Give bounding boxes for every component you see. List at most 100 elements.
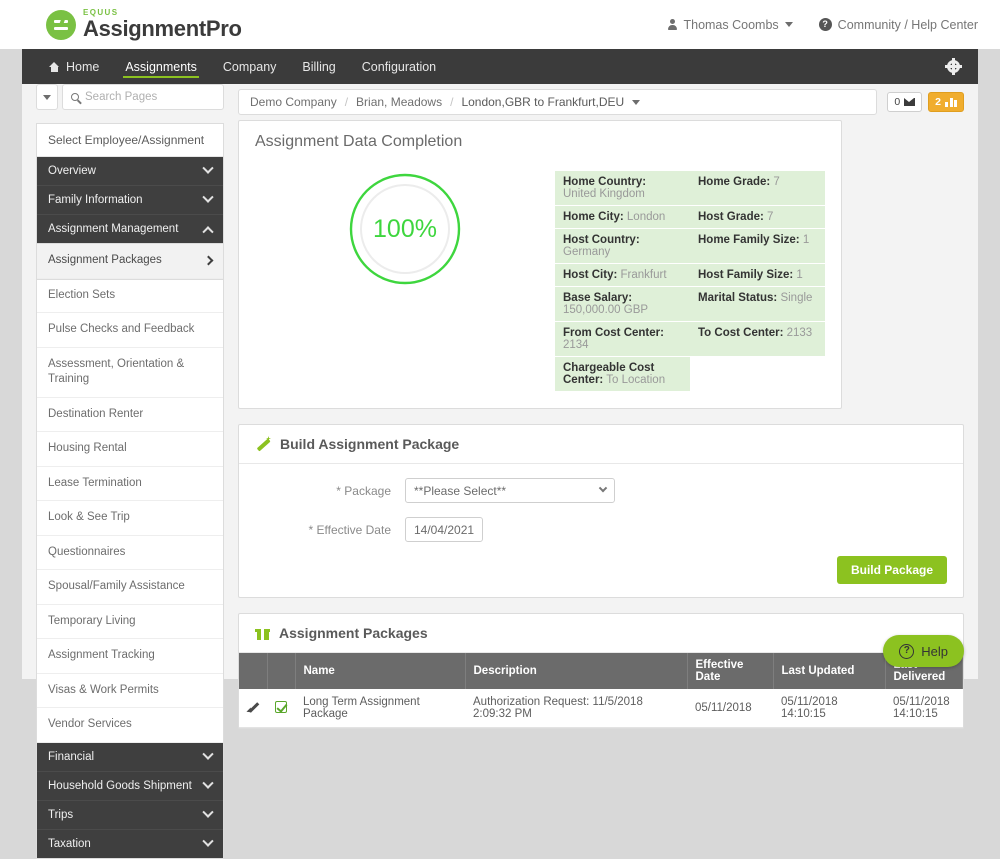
sidebar-item-temporary-living[interactable]: Temporary Living	[37, 605, 223, 640]
select-employee-assignment[interactable]: Select Employee/Assignment	[37, 124, 223, 157]
search-input[interactable]: Search Pages	[85, 91, 157, 103]
row-select-cell[interactable]	[267, 689, 295, 728]
fact-host-country: Host Country: Germany	[555, 229, 690, 264]
sidebar-section-trips[interactable]: Trips	[37, 800, 223, 830]
settings-button[interactable]	[929, 49, 978, 84]
sidebar-item-vendor-services[interactable]: Vendor Services	[37, 708, 223, 743]
row-effective-date: 05/11/2018	[687, 689, 773, 728]
sidebar-section-overview[interactable]: Overview	[37, 157, 223, 186]
sidebar-item-label: Housing Rental	[48, 442, 127, 455]
sidebar-item-questionnaires[interactable]: Questionnaires	[37, 536, 223, 571]
sidebar-item-spousal-family-assistance[interactable]: Spousal/Family Assistance	[37, 570, 223, 605]
app-logo[interactable]: EQUUS AssignmentPro	[46, 9, 242, 40]
nav-item-configuration-label: Configuration	[361, 59, 437, 74]
fact-label: Home Family Size:	[698, 234, 800, 246]
help-center-link[interactable]: ? Community / Help Center	[818, 18, 978, 32]
row-description: Authorization Request: 11/5/2018 2:09:32…	[465, 689, 687, 728]
chevron-down-icon	[202, 806, 214, 818]
fact-value: 7	[773, 176, 780, 188]
sidebar-item-housing-rental[interactable]: Housing Rental	[37, 432, 223, 467]
fact-home-family-size: Home Family Size: 1	[690, 229, 825, 264]
user-menu[interactable]: Thomas Coombs	[668, 18, 793, 32]
chevron-down-icon	[202, 777, 214, 789]
logo-product-name: AssignmentPro	[83, 16, 242, 41]
effective-date-field-row: * Effective Date 14/04/2021	[239, 517, 963, 542]
fact-value: 2133	[786, 327, 813, 339]
sidebar-section-household-goods-shipment[interactable]: Household Goods Shipment	[37, 771, 223, 801]
nav-item-assignments[interactable]: Assignments	[112, 49, 210, 84]
build-package-title: Build Assignment Package	[280, 436, 460, 452]
breadcrumb-assignment[interactable]: London,GBR to Frankfurt,DEU	[461, 95, 624, 109]
sidebar-item-label: Temporary Living	[48, 614, 136, 627]
sidebar-item-election-sets[interactable]: Election Sets	[37, 279, 223, 314]
help-widget-button[interactable]: ? Help	[883, 635, 964, 667]
fact-home-city: Home City: London	[555, 206, 690, 229]
chevron-down-icon[interactable]	[632, 99, 641, 105]
table-header-row: Name Description Effective Date Last Upd…	[239, 653, 963, 689]
sidebar-section-assignment-management[interactable]: Assignment Management	[37, 215, 223, 244]
sidebar-section-family-information[interactable]: Family Information	[37, 186, 223, 215]
build-package-button[interactable]: Build Package	[836, 556, 947, 584]
fact-label: To Cost Center:	[698, 327, 784, 339]
sidebar-item-pulse-checks-and-feedback[interactable]: Pulse Checks and Feedback	[37, 313, 223, 348]
checkbox-icon[interactable]	[275, 700, 287, 713]
sidebar-item-assignment-tracking[interactable]: Assignment Tracking	[37, 639, 223, 674]
assignment-packages-title: Assignment Packages	[279, 625, 428, 641]
assignment-data-completion-card: Assignment Data Completion 100% Home Cou…	[238, 120, 842, 409]
nav-item-billing[interactable]: Billing	[289, 49, 348, 84]
sidebar-section-taxation[interactable]: Taxation	[37, 829, 223, 858]
effective-date-input[interactable]: 14/04/2021	[405, 517, 483, 542]
fact-base-salary: Base Salary: 150,000.00 GBP	[555, 287, 690, 322]
sidebar-item-label: Visas & Work Permits	[48, 683, 159, 696]
fact-value: Frankfurt	[620, 269, 667, 281]
assignment-packages-table: Name Description Effective Date Last Upd…	[239, 653, 963, 728]
nav-item-company[interactable]: Company	[210, 49, 290, 84]
main-content: Assignment Data Completion 100% Home Cou…	[238, 120, 964, 859]
messages-badge[interactable]: 0	[887, 92, 923, 112]
sidebar-item-assessment-orientation-training[interactable]: Assessment, Orientation & Training	[37, 348, 223, 398]
fact-label: Host Grade:	[698, 211, 764, 223]
sidebar-item-assignment-packages[interactable]: Assignment Packages	[37, 244, 223, 279]
fact-marital-status: Marital Status: Single	[690, 287, 825, 322]
sidebar-item-visas-work-permits[interactable]: Visas & Work Permits	[37, 674, 223, 709]
chevron-down-icon	[202, 162, 214, 174]
sidebar-section-label: Trips	[48, 808, 74, 821]
column-effective-date: Effective Date	[687, 653, 774, 689]
fact-label: Host City:	[563, 269, 618, 281]
breadcrumb-company[interactable]: Demo Company	[250, 95, 337, 109]
sidebar-section-label: Assignment Management	[48, 223, 179, 235]
row-name: Long Term Assignment Package	[295, 689, 465, 728]
people-badge[interactable]: 2	[928, 92, 964, 112]
assignment-facts: Home Country: United Kingdom Home Grade:…	[555, 155, 825, 392]
table-row[interactable]: Long Term Assignment Package Authorizati…	[239, 689, 963, 728]
search-pages-box[interactable]: Search Pages	[62, 84, 224, 110]
sidebar-item-lease-termination[interactable]: Lease Termination	[37, 467, 223, 502]
fact-value: 2134	[563, 339, 589, 351]
people-icon	[945, 97, 957, 107]
chevron-right-icon	[203, 255, 214, 266]
breadcrumb: Demo Company / Brian, Meadows / London,G…	[238, 89, 878, 115]
nav-item-configuration[interactable]: Configuration	[349, 49, 449, 84]
sidebar-section-financial[interactable]: Financial	[37, 742, 223, 772]
fact-label: Marital Status:	[698, 292, 778, 304]
nav-item-home[interactable]: Home	[36, 49, 112, 84]
search-scope-dropdown[interactable]	[36, 84, 58, 110]
people-count: 2	[935, 96, 941, 108]
gift-icon	[255, 626, 270, 640]
completion-percent: 100%	[373, 214, 437, 243]
breadcrumb-employee[interactable]: Brian, Meadows	[356, 95, 442, 109]
sidebar-item-look-see-trip[interactable]: Look & See Trip	[37, 501, 223, 536]
row-last-delivered: 05/11/2018 14:10:15	[885, 689, 963, 728]
search-icon	[71, 93, 79, 101]
sidebar-section-label: Overview	[48, 165, 96, 177]
fact-host-grade: Host Grade: 7	[690, 206, 825, 229]
column-actions	[239, 653, 268, 689]
package-select[interactable]: **Please Select**	[405, 478, 615, 503]
page-header: EQUUS AssignmentPro Thomas Coombs ? Comm…	[0, 0, 1000, 49]
row-edit-cell[interactable]	[239, 689, 267, 728]
sidebar-item-destination-renter[interactable]: Destination Renter	[37, 398, 223, 433]
main-navigation: Home Assignments Company Billing Configu…	[22, 49, 978, 84]
pencil-icon[interactable]	[247, 701, 259, 713]
sidebar-item-label: Vendor Services	[48, 718, 132, 731]
nav-item-assignments-label: Assignments	[125, 59, 197, 74]
